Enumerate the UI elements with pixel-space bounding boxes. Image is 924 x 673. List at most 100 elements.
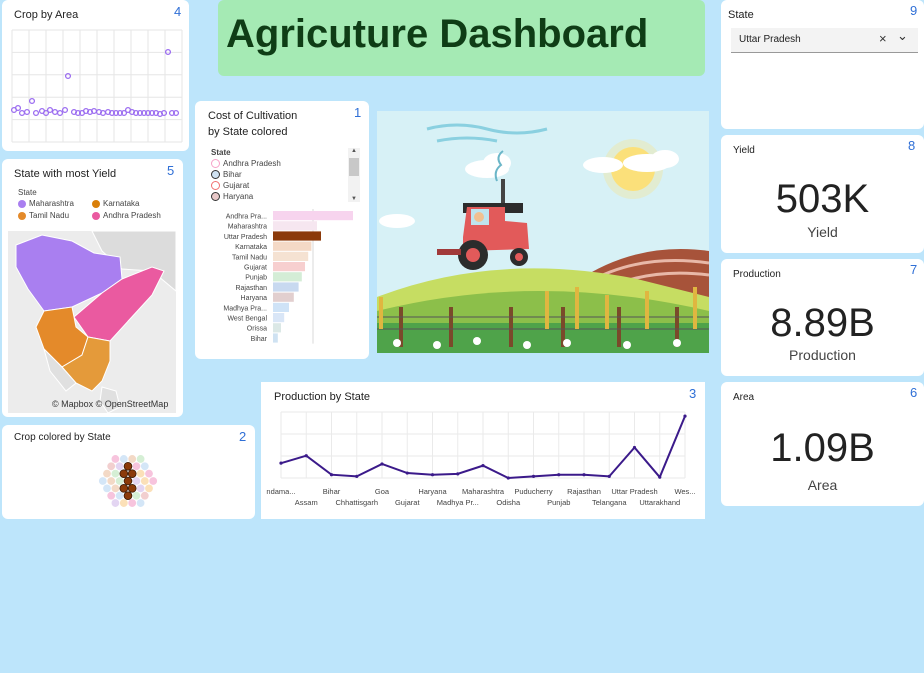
cost-cultivation-subtitle: by State colored [208, 126, 288, 138]
hexbin-cell [140, 477, 149, 485]
state-slicer-card[interactable]: State 9 Uttar Pradesh × ⌄ [721, 0, 924, 129]
hexbin-cell [140, 462, 149, 471]
bar-category-label: Tamil Nadu [232, 254, 267, 261]
line-point [430, 473, 435, 477]
axis-tick-label: Madhya Pr... [437, 498, 479, 507]
bar-category-label: Orissa [247, 326, 267, 333]
cost-legend-item[interactable]: Gujarat [211, 181, 281, 192]
line-point [481, 464, 485, 468]
visual-number-badge: 8 [908, 138, 916, 153]
cost-cultivation-chart[interactable]: Andhra Pra... Maharashtra Uttar Pradesh Kar… [195, 209, 369, 359]
hexbin-cell [111, 469, 120, 478]
cost-legend-title: State [211, 148, 231, 157]
axis-tick-label: Wes... [674, 487, 695, 496]
cost-bar [273, 251, 309, 261]
hexbin-cell [145, 469, 153, 478]
crop-by-area-card[interactable]: Crop by Area 4 [2, 0, 189, 151]
crop-hexbin-chart[interactable] [2, 425, 255, 519]
dashboard-title-banner: Agricuture Dashboard [218, 0, 705, 76]
line-point [658, 475, 662, 479]
map-attribution[interactable]: © Mapbox © OpenStreetMap [52, 399, 168, 409]
hexbin-cell [132, 491, 141, 500]
map-legend-item[interactable]: Maharashtra [18, 199, 74, 208]
production-kpi-label: Production [733, 269, 781, 280]
legend-swatch [92, 199, 100, 208]
scatter-point [28, 97, 36, 105]
area-kpi-caption: Area [807, 477, 838, 493]
cost-cultivation-title: Cost of Cultivation [208, 110, 298, 122]
scroll-down-arrow[interactable]: ▼ [348, 196, 360, 202]
hexbin-cell [103, 469, 111, 478]
map-legend-item[interactable]: Tamil Nadu [18, 211, 69, 220]
line-point [607, 474, 611, 478]
cost-bar [273, 302, 289, 312]
scroll-up-arrow[interactable]: ▲ [348, 148, 360, 154]
axis-tick-label: Uttarakhand [639, 498, 680, 507]
chevron-down-icon[interactable]: ⌄ [897, 28, 908, 44]
clear-selection-icon[interactable]: × [879, 31, 887, 46]
cost-legend-item[interactable]: Haryana [211, 192, 281, 203]
legend-swatch [211, 159, 220, 169]
legend-swatch [211, 181, 220, 191]
cost-bar [273, 221, 317, 231]
area-kpi-value: 1.09B [770, 426, 875, 470]
bar-category-label: West Bengal [227, 316, 267, 323]
axis-tick-label: Chhattisgarh [335, 498, 378, 507]
map-legend-item[interactable]: Andhra Pradesh [92, 211, 161, 220]
line-point [506, 476, 510, 480]
hexbin-cell [136, 455, 145, 463]
area-kpi-card[interactable]: Area 6 1.09B Area [721, 382, 924, 506]
state-yield-title: State with most Yield [14, 168, 117, 180]
hexbin-cell [115, 462, 124, 471]
cost-bar [273, 313, 285, 323]
cost-bar [273, 282, 299, 292]
scatter-point [18, 109, 26, 117]
india-map[interactable] [2, 231, 183, 417]
hexbin-cell [98, 477, 107, 485]
visual-number-badge: 5 [167, 163, 175, 178]
cost-legend-item[interactable]: Bihar [211, 170, 281, 181]
production-by-state-card[interactable]: Production by State 3 ndama... Bihar Goa Ha… [261, 382, 705, 519]
cost-legend-item[interactable]: Andhra Pradesh [211, 159, 281, 170]
line-point [557, 473, 561, 477]
hexbin-cell [119, 469, 129, 478]
legend-scrollbar[interactable]: ▲ ▼ [348, 148, 360, 202]
line-point [279, 461, 283, 465]
scroll-thumb[interactable] [349, 158, 359, 176]
state-dropdown[interactable]: Uttar Pradesh × ⌄ [731, 28, 918, 53]
cost-bar [273, 272, 302, 282]
crop-colored-by-state-card[interactable]: Crop colored by State 2 [2, 425, 255, 519]
hexbin-cell [123, 476, 133, 486]
cost-bar [273, 231, 321, 241]
cost-legend: Andhra Pradesh Bihar Gujarat Haryana [211, 159, 281, 203]
hexbin-cell [132, 462, 141, 471]
axis-tick-label: Rajasthan [567, 487, 601, 496]
bar-category-label: Maharashtra [228, 224, 267, 231]
bar-category-label: Madhya Pra... [223, 305, 267, 312]
line-point [683, 414, 687, 418]
cost-bar [273, 292, 294, 302]
production-line-chart[interactable]: ndama... Bihar Goa Haryana Maharashtra Puduch… [261, 382, 705, 519]
yield-kpi-label: Yield [733, 145, 755, 156]
state-dropdown-value: Uttar Pradesh [739, 34, 801, 45]
hexbin-cell [145, 484, 153, 493]
production-kpi-card[interactable]: Production 7 8.89B Production [721, 259, 924, 376]
bar-category-label: Karnataka [235, 244, 267, 251]
legend-swatch [211, 192, 220, 202]
yield-kpi-caption: Yield [807, 224, 838, 240]
crop-by-area-chart[interactable] [2, 0, 189, 151]
hexbin-cell [123, 491, 133, 500]
state-yield-map-card[interactable]: State with most Yield 5 State Maharashtr… [2, 159, 183, 417]
hexbin-cell [128, 499, 137, 507]
line-point [380, 462, 384, 466]
dashboard-title: Agricuture Dashboard [226, 12, 649, 56]
axis-tick-label: Puducherry [514, 487, 553, 496]
cost-cultivation-card[interactable]: Cost of Cultivation by State colored 1 S… [195, 101, 369, 359]
production-kpi-caption: Production [789, 347, 856, 363]
map-legend-item[interactable]: Karnataka [92, 199, 139, 208]
hexbin-cell [123, 461, 133, 471]
yield-kpi-card[interactable]: Yield 8 503K Yield [721, 135, 924, 253]
bar-category-label: Haryana [241, 295, 268, 302]
line-point [304, 454, 308, 458]
ground [377, 323, 709, 353]
